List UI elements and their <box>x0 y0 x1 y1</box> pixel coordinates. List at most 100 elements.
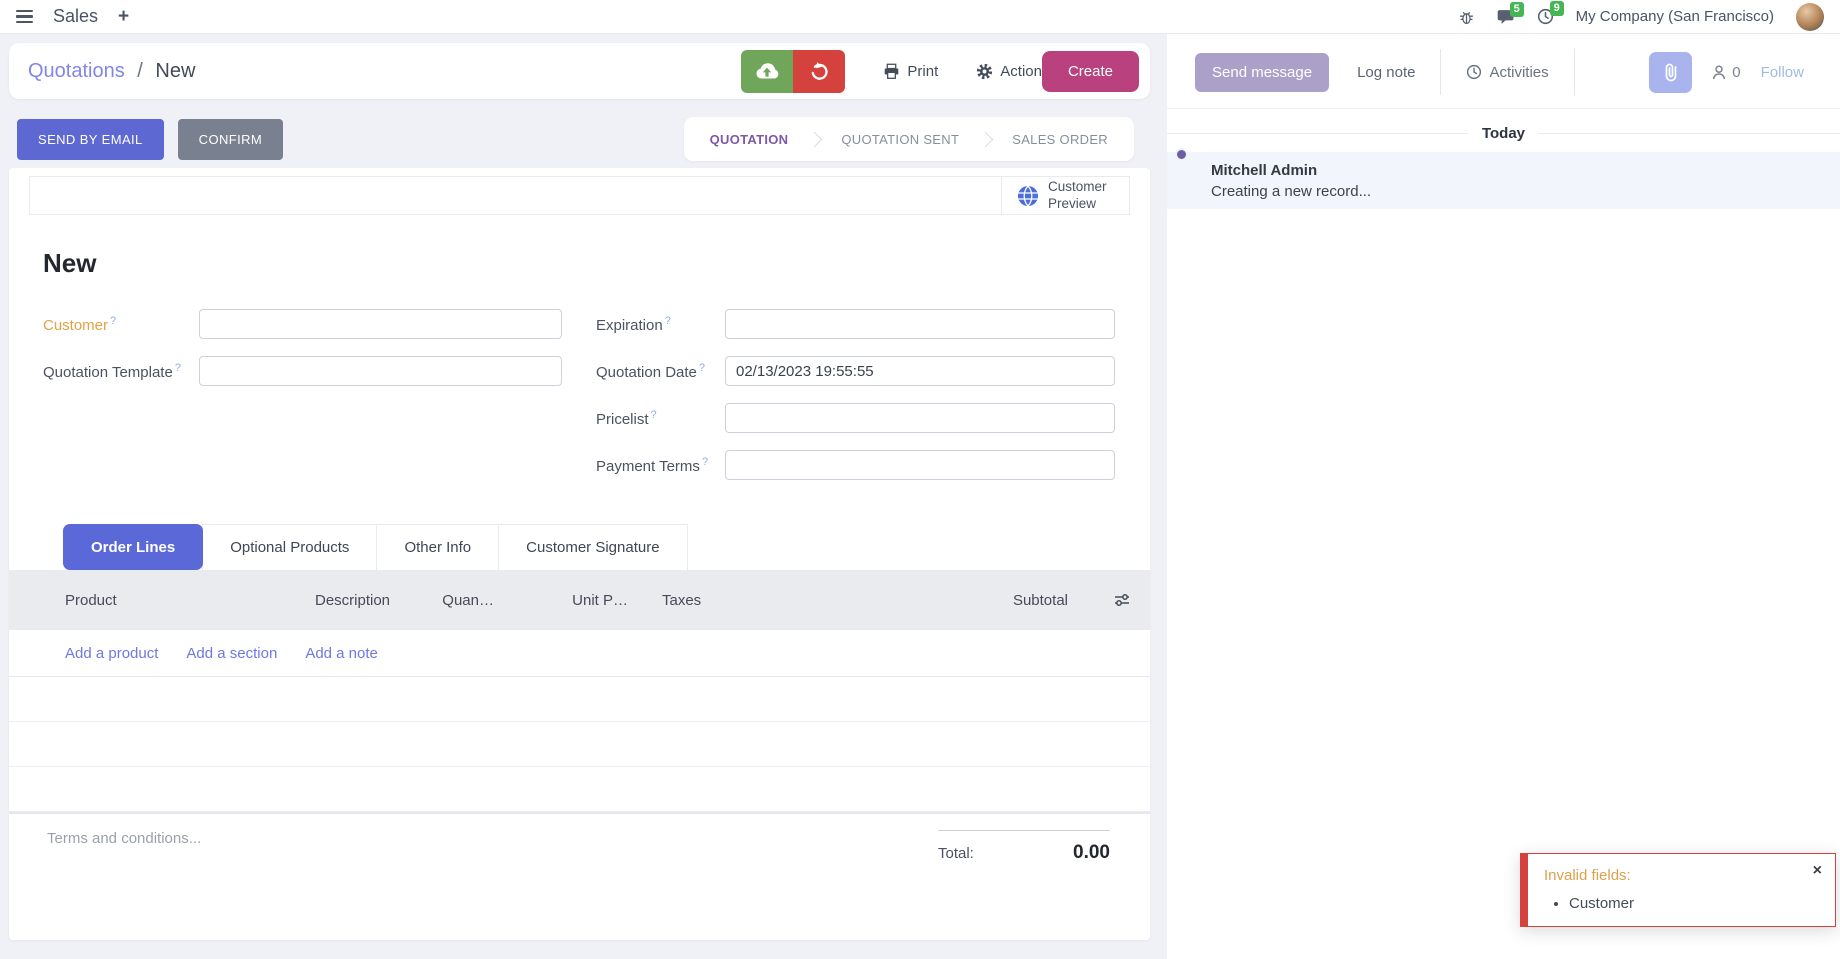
column-options-icon[interactable] <box>1068 593 1134 607</box>
column-product: Product <box>65 592 315 609</box>
breadcrumb-separator: / <box>137 60 143 82</box>
add-a-note-link[interactable]: Add a note <box>305 645 378 662</box>
customer-input[interactable] <box>199 309 562 339</box>
action-label: Action <box>1000 63 1042 80</box>
help-marker: ? <box>110 315 116 327</box>
quotation-date-input[interactable] <box>725 356 1115 386</box>
invalid-field-item: Customer <box>1569 895 1820 912</box>
control-panel: Quotations / New Print Action Create <box>9 43 1150 99</box>
create-button[interactable]: Create <box>1042 51 1139 92</box>
company-switcher[interactable]: My Company (San Francisco) <box>1576 8 1774 25</box>
status-dot <box>1175 148 1188 161</box>
schedule-activity-button[interactable]: Activities <box>1466 64 1548 81</box>
save-button[interactable] <box>741 50 793 93</box>
add-line-row: Add a product Add a section Add a note <box>9 630 1150 677</box>
divider <box>1440 49 1441 95</box>
date-group-today: Today <box>1167 125 1840 142</box>
chevron-right-icon <box>807 131 823 147</box>
empty-line-row <box>9 677 1150 722</box>
gear-icon <box>976 63 993 80</box>
chatter-toolbar: Send message Log note Activities 0 Follo… <box>1167 34 1840 109</box>
breadcrumb-current: New <box>155 60 195 82</box>
column-subtotal: Subtotal <box>813 592 1068 609</box>
discard-button[interactable] <box>793 50 845 93</box>
send-by-email-button[interactable]: SEND BY EMAIL <box>17 119 164 160</box>
help-marker: ? <box>699 362 705 374</box>
form-sheet: Customer Preview New Customer? Quotation… <box>9 168 1150 940</box>
customer-field-label: Customer? <box>43 315 199 334</box>
breadcrumb-quotations[interactable]: Quotations <box>28 60 125 82</box>
message-text: Creating a new record... <box>1211 183 1371 200</box>
add-a-product-link[interactable]: Add a product <box>65 645 158 662</box>
tab-order-lines[interactable]: Order Lines <box>63 524 203 570</box>
tab-customer-signature[interactable]: Customer Signature <box>498 524 687 570</box>
terms-and-conditions-input[interactable]: Terms and conditions... <box>47 830 201 847</box>
column-quantity: Quan… <box>404 592 494 609</box>
stage-pipeline: QUOTATION QUOTATION SENT SALES ORDER <box>684 117 1134 161</box>
expiration-input[interactable] <box>725 309 1115 339</box>
divider <box>1574 49 1575 95</box>
paperclip-icon <box>1663 62 1679 82</box>
field-grid: Customer? Quotation Template? Expiration… <box>29 309 1130 497</box>
sheet-footer: Terms and conditions... Total: 0.00 <box>9 812 1150 864</box>
column-unit-price: Unit P… <box>516 592 628 609</box>
column-description: Description <box>315 592 404 609</box>
activities-label: Activities <box>1489 64 1548 81</box>
column-taxes: Taxes <box>628 592 813 609</box>
action-menu-button[interactable]: Action <box>976 63 1042 80</box>
tab-other-info[interactable]: Other Info <box>376 524 499 570</box>
stage-quotation-sent[interactable]: QUOTATION SENT <box>821 132 979 147</box>
debug-icon[interactable] <box>1458 9 1475 25</box>
quotation-template-input[interactable] <box>199 356 562 386</box>
help-marker: ? <box>665 315 671 327</box>
messages-menu[interactable]: 5 <box>1497 9 1515 25</box>
customer-preview-label: Customer Preview <box>1048 179 1114 211</box>
log-note-button[interactable]: Log note <box>1357 64 1415 81</box>
tab-optional-products[interactable]: Optional Products <box>202 524 377 570</box>
customer-preview-button[interactable]: Customer Preview <box>1001 177 1129 214</box>
message-author: Mitchell Admin <box>1211 162 1371 179</box>
stage-sales-order[interactable]: SALES ORDER <box>992 132 1128 147</box>
main-content-column: Quotations / New Print Action Create <box>0 34 1159 940</box>
total-value: 0.00 <box>1073 842 1110 864</box>
new-tab-button[interactable]: + <box>118 6 129 28</box>
add-a-section-link[interactable]: Add a section <box>186 645 277 662</box>
person-icon <box>1712 65 1726 80</box>
confirm-button[interactable]: CONFIRM <box>178 119 283 160</box>
undo-icon <box>809 61 830 82</box>
pricelist-input[interactable] <box>725 403 1115 433</box>
activity-clock-icon <box>1466 64 1482 80</box>
stage-quotation[interactable]: QUOTATION <box>690 132 809 147</box>
message-count-badge: 5 <box>1510 2 1524 17</box>
payment-terms-input[interactable] <box>725 450 1115 480</box>
quotation-template-label: Quotation Template? <box>43 362 199 381</box>
activity-count-badge: 9 <box>1550 1 1564 16</box>
breadcrumb: Quotations / New <box>28 60 741 83</box>
chatter-message: Mitchell Admin Creating a new record... <box>1167 152 1840 209</box>
activities-menu[interactable]: 9 <box>1537 8 1554 25</box>
followers-button[interactable]: 0 <box>1712 64 1740 81</box>
cloud-upload-icon <box>754 60 780 82</box>
empty-line-row <box>9 722 1150 767</box>
empty-line-row <box>9 767 1150 812</box>
total-label: Total: <box>938 845 974 862</box>
help-marker: ? <box>175 362 181 374</box>
toast-close-icon[interactable]: × <box>1813 863 1822 879</box>
menu-icon[interactable] <box>16 10 33 24</box>
send-message-button[interactable]: Send message <box>1195 53 1329 92</box>
user-avatar[interactable] <box>1796 3 1824 31</box>
notebook-tabs: Order Lines Optional Products Other Info… <box>63 524 1130 570</box>
expiration-label: Expiration? <box>596 315 725 334</box>
top-navbar: Sales + 5 9 My Company (San Francisco) <box>0 0 1840 34</box>
follower-count: 0 <box>1732 64 1740 81</box>
app-menu-sales[interactable]: Sales <box>53 6 98 27</box>
pricelist-label: Pricelist? <box>596 409 725 428</box>
globe-icon <box>1017 185 1039 207</box>
toast-title: Invalid fields: <box>1544 867 1820 884</box>
follow-button[interactable]: Follow <box>1761 64 1804 81</box>
print-button[interactable]: Print <box>883 63 938 80</box>
attach-file-button[interactable] <box>1649 52 1692 93</box>
order-lines-header: Product Description Quan… Unit P… Taxes … <box>9 570 1150 630</box>
invalid-fields-toast: Invalid fields: × Customer <box>1520 853 1836 927</box>
printer-icon <box>883 63 900 80</box>
